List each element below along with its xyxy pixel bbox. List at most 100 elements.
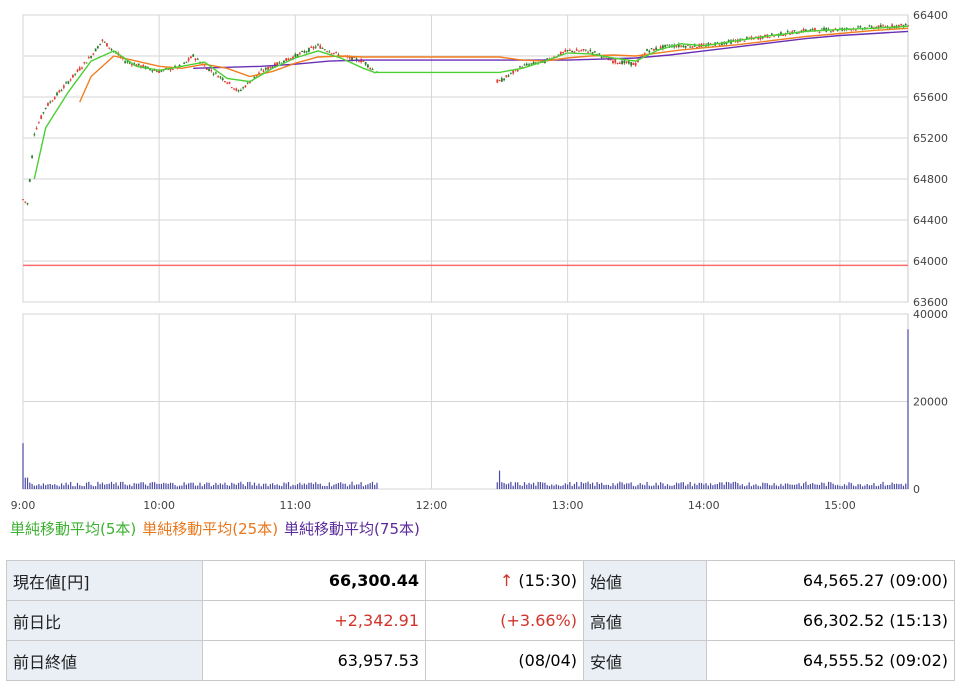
volume-bar: [596, 482, 598, 489]
volume-bar: [498, 470, 501, 489]
volume-bar: [703, 484, 705, 489]
volume-bar: [101, 482, 104, 489]
candle-body: [47, 103, 49, 106]
volume-bar: [222, 484, 224, 489]
volume-bar: [750, 486, 753, 489]
volume-bar: [682, 482, 684, 489]
candle-body: [634, 63, 637, 66]
volume-bar: [639, 483, 641, 489]
volume-bar: [587, 481, 589, 489]
candle-body: [106, 43, 108, 47]
volume-bar: [601, 482, 603, 489]
volume-bar: [778, 486, 780, 489]
candle-body: [632, 62, 635, 65]
volume-bar: [310, 482, 312, 489]
candle-body: [650, 48, 653, 50]
candle-body: [664, 44, 667, 47]
candle-body: [151, 70, 154, 72]
candle-body: [809, 29, 812, 31]
candle-body: [194, 58, 197, 60]
volume-bar: [242, 484, 244, 489]
volume-bar: [805, 481, 807, 489]
volume-bar: [730, 483, 732, 489]
volume-bar: [671, 485, 673, 489]
low-value: 64,555.52 (09:02): [706, 640, 955, 681]
volume-bar: [582, 483, 585, 489]
change-value: +2,342.91: [202, 600, 426, 641]
volume-bar: [598, 483, 600, 489]
candle-body: [811, 28, 814, 30]
volume-bar: [247, 482, 249, 489]
x-tick-label: 10:00: [143, 499, 175, 512]
volume-bar: [791, 484, 793, 489]
volume-bar: [551, 484, 553, 489]
volume-bar: [621, 482, 623, 489]
volume-bar: [737, 483, 739, 489]
volume-bar: [29, 482, 31, 489]
volume-bar: [319, 483, 321, 489]
volume-bar: [85, 482, 88, 489]
volume-bar: [866, 484, 868, 489]
volume-bar: [705, 483, 707, 489]
volume-bar: [119, 481, 122, 489]
candle-body: [298, 52, 301, 54]
candle-body: [226, 82, 229, 84]
candle-body: [575, 49, 578, 51]
volume-bar: [197, 485, 199, 489]
volume-bar: [723, 484, 725, 489]
volume-bar: [739, 485, 741, 489]
volume-bar: [192, 482, 194, 489]
volume-bar: [110, 481, 113, 489]
candle-body: [74, 73, 77, 75]
volume-bar: [825, 485, 827, 489]
candle-body: [269, 66, 272, 68]
candle-body: [832, 30, 835, 32]
price-y-tick-label: 64800: [913, 173, 948, 186]
volume-bar: [262, 483, 265, 489]
candle-body: [367, 64, 369, 68]
candle-body: [214, 72, 217, 74]
candle-body: [500, 78, 503, 82]
volume-bar: [832, 483, 834, 489]
volume-bar: [269, 484, 271, 489]
volume-bar: [746, 485, 748, 489]
volume-bar: [696, 485, 698, 489]
volume-bar: [235, 484, 237, 489]
volume-bar: [548, 485, 551, 489]
volume-bar: [72, 486, 74, 489]
volume-bar: [544, 482, 546, 489]
volume-bar: [38, 484, 40, 489]
volume-bar: [553, 485, 555, 489]
candle-body: [691, 46, 694, 48]
volume-bar: [88, 481, 90, 489]
candle-body: [319, 45, 322, 49]
volume-bar: [521, 485, 523, 489]
volume-bar: [256, 485, 258, 489]
candle-body: [498, 80, 501, 82]
volume-bar: [775, 485, 777, 489]
volume-bar: [512, 485, 514, 489]
candle-body: [782, 35, 785, 37]
candle-body: [868, 25, 871, 27]
candle-body: [743, 40, 746, 42]
candle-body: [212, 73, 215, 75]
candle-body: [94, 48, 97, 52]
candle-body: [328, 51, 331, 53]
volume-bar: [290, 486, 292, 489]
current-price-time: (15:30): [518, 571, 577, 590]
quote-table: 現在値[円] 66,300.44 ↑ (15:30) 始値 64,565.27 …: [6, 560, 955, 681]
candle-body: [854, 29, 857, 31]
volume-bar: [362, 486, 364, 489]
volume-bar: [233, 483, 235, 489]
volume-bar: [201, 486, 203, 489]
volume-bar: [67, 484, 69, 489]
volume-bar: [546, 485, 548, 489]
candle-body: [53, 97, 56, 99]
volume-bar: [589, 483, 591, 489]
volume-bar: [616, 483, 619, 489]
candle-body: [196, 58, 199, 60]
candle-body: [335, 52, 338, 54]
volume-bar: [714, 484, 716, 489]
candle-body: [323, 49, 326, 51]
open-value: 64,565.27 (09:00): [706, 560, 955, 601]
